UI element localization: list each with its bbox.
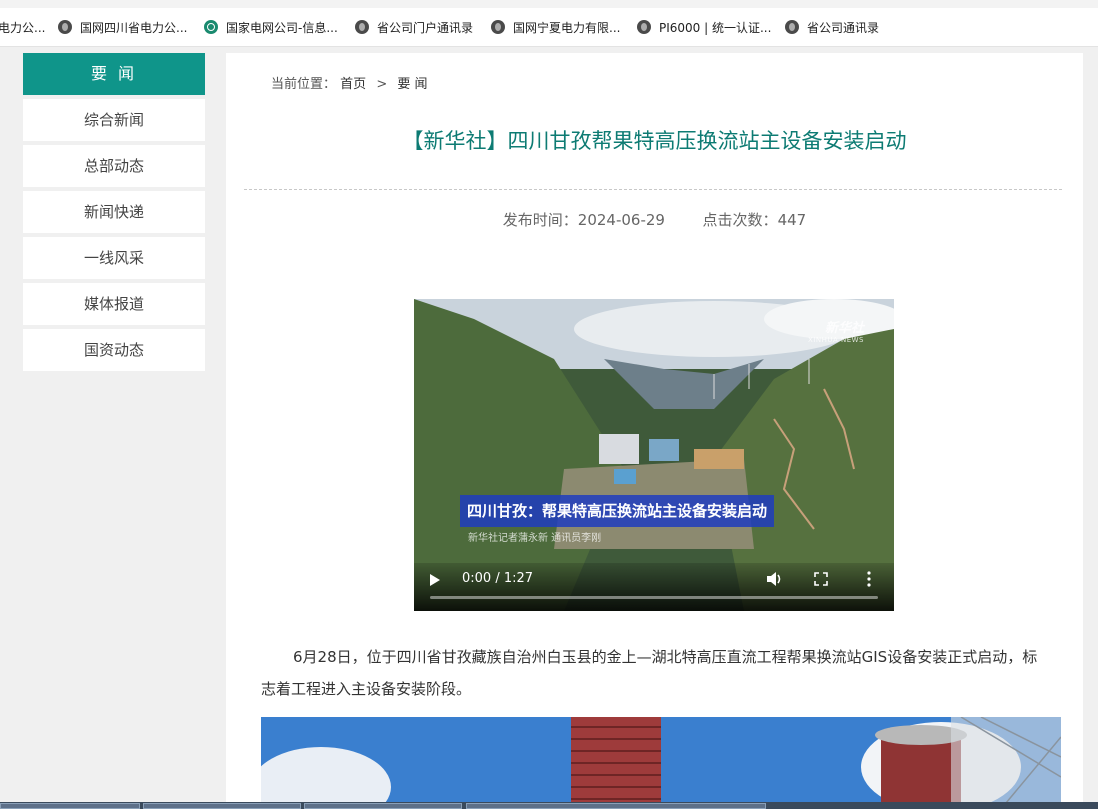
bookmark-item[interactable]: 国网四川省电力公...	[58, 18, 187, 36]
video-controls: 0:00 / 1:27	[414, 563, 894, 611]
bookmark-label: 国网四川省电力公...	[80, 20, 188, 35]
volume-icon[interactable]	[766, 571, 784, 587]
bookmarks-bar: 电力公... 国网四川省电力公... 国家电网公司-信息... 省公司门户通讯录…	[0, 8, 1098, 47]
bookmark-label: PI6000 | 统一认证...	[659, 20, 772, 35]
bookmark-item[interactable]: 国网宁夏电力有限...	[491, 18, 620, 36]
title-divider	[244, 189, 1062, 190]
breadcrumb-current[interactable]: 要 闻	[397, 77, 427, 92]
bookmark-item[interactable]: 省公司门户通讯录	[355, 18, 473, 36]
video-caption: 四川甘孜：帮果特高压换流站主设备安装启动	[460, 495, 775, 527]
video-player[interactable]: 新华社 XINHUA NEWS 四川甘孜：帮果特高压换流站主设备安装启动 新华社…	[414, 299, 894, 611]
play-icon[interactable]	[430, 574, 440, 586]
taskbar-item[interactable]	[0, 803, 140, 809]
browser-top-strip	[0, 0, 1098, 8]
logo-cn: 新华社	[824, 321, 864, 336]
bookmark-item[interactable]: 电力公...	[0, 18, 45, 36]
globe-icon	[637, 20, 651, 34]
xinhua-logo: 新华社 XINHUA NEWS	[808, 317, 864, 344]
bookmark-label: 国家电网公司-信息...	[226, 20, 338, 35]
breadcrumb-prefix: 当前位置：	[271, 77, 337, 92]
breadcrumb-separator: >	[376, 77, 388, 92]
taskbar-item[interactable]	[304, 803, 462, 809]
breadcrumb: 当前位置： 首页 > 要 闻	[271, 73, 428, 92]
sidebar-item-general-news[interactable]: 综合新闻	[23, 99, 205, 141]
article-meta: 发布时间：2024-06-29 点击次数：447	[226, 209, 1083, 230]
sidebar: 要 闻 综合新闻 总部动态 新闻快递 一线风采 媒体报道 国资动态	[23, 53, 205, 371]
taskbar-item[interactable]	[143, 803, 301, 809]
video-progress-bar[interactable]	[430, 596, 878, 599]
bookmark-label: 省公司通讯录	[807, 20, 880, 35]
article-paragraph: 6月28日，位于四川省甘孜藏族自治州白玉县的金上—湖北特高压直流工程帮果换流站G…	[261, 648, 1038, 698]
taskbar-item[interactable]	[466, 803, 766, 809]
sidebar-item-news-express[interactable]: 新闻快递	[23, 191, 205, 233]
publish-label: 发布时间：	[502, 211, 578, 229]
globe-icon	[491, 20, 505, 34]
more-options-icon[interactable]	[866, 571, 872, 587]
sidebar-item-hq-updates[interactable]: 总部动态	[23, 145, 205, 187]
sidebar-item-frontline[interactable]: 一线风采	[23, 237, 205, 279]
video-time: 0:00 / 1:27	[462, 571, 534, 586]
clicks-label: 点击次数：	[702, 211, 778, 229]
click-count: 447	[777, 211, 807, 229]
bookmark-item[interactable]: 省公司通讯录	[785, 18, 879, 36]
logo-en: XINHUA NEWS	[807, 336, 864, 344]
taskbar	[0, 802, 1098, 809]
sidebar-item-media-reports[interactable]: 媒体报道	[23, 283, 205, 325]
article-title: 【新华社】四川甘孜帮果特高压换流站主设备安装启动	[402, 129, 907, 153]
bookmark-label: 省公司门户通讯录	[377, 20, 474, 35]
publish-date: 2024-06-29	[577, 211, 665, 229]
bookmark-label: 电力公...	[0, 20, 46, 35]
sidebar-item-sasac-updates[interactable]: 国资动态	[23, 329, 205, 371]
globe-icon	[355, 20, 369, 34]
video-subcaption: 新华社记者蒲永新 通讯员李刚	[468, 533, 602, 544]
fullscreen-icon[interactable]	[814, 572, 828, 586]
sgcc-logo-icon	[204, 20, 218, 34]
sidebar-header[interactable]: 要 闻	[23, 53, 205, 95]
bookmark-item[interactable]: PI6000 | 统一认证...	[637, 18, 771, 36]
article-photo	[261, 717, 1061, 809]
breadcrumb-home-link[interactable]: 首页	[340, 77, 366, 92]
globe-icon	[785, 20, 799, 34]
bookmark-item[interactable]: 国家电网公司-信息...	[204, 18, 338, 36]
article-panel: 当前位置： 首页 > 要 闻 【新华社】四川甘孜帮果特高压换流站主设备安装启动 …	[226, 53, 1083, 809]
globe-icon	[58, 20, 72, 34]
bookmark-label: 国网宁夏电力有限...	[513, 20, 621, 35]
